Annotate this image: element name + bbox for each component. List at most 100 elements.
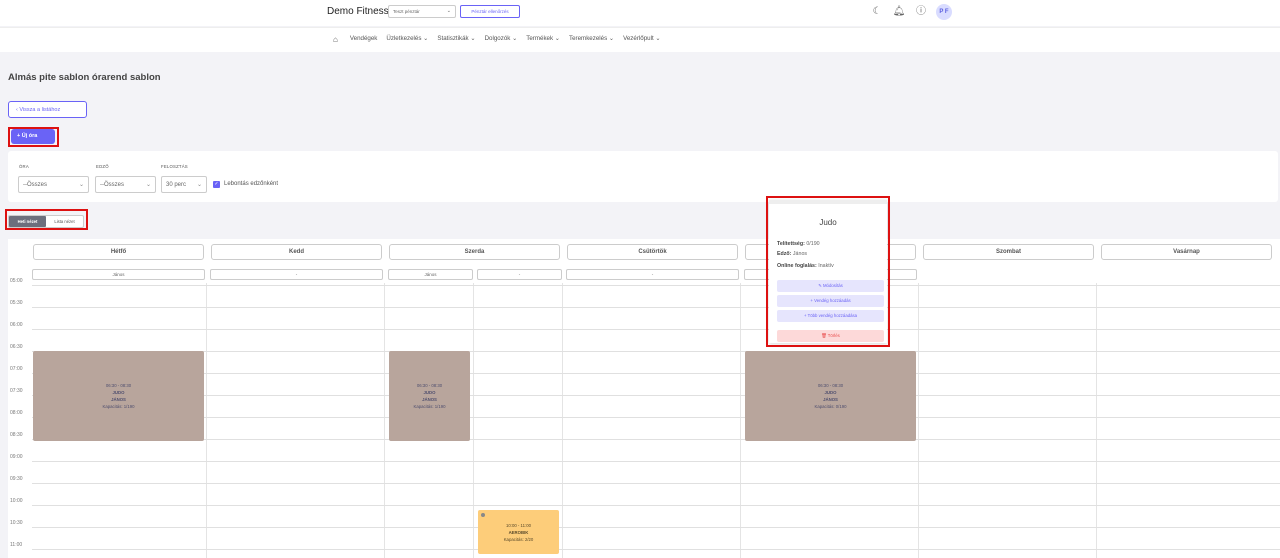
avatar[interactable]: P F	[936, 4, 952, 20]
time-label: 06:00	[10, 322, 23, 328]
nav-item-dashboard[interactable]: Vezérlőpult ⌄	[623, 35, 661, 44]
event-coach: JÁNOS	[823, 397, 838, 402]
class-filter-select[interactable]: --Összes ⌄	[18, 176, 89, 193]
time-row-line	[32, 483, 1280, 484]
split-filter-select[interactable]: 30 perc ⌄	[161, 176, 207, 193]
nav-item-business[interactable]: Üzletkezelés ⌄	[386, 35, 428, 44]
column-divider	[1096, 283, 1097, 558]
highlight-box	[8, 127, 59, 147]
time-label: 05:00	[10, 278, 23, 284]
highlight-box	[5, 209, 88, 230]
event-coach: JÁNOS	[111, 397, 126, 402]
class-event-card[interactable]: 06:30 - 08:30 JUDO JÁNOS Kapacitás: 0/19…	[745, 351, 916, 441]
time-row-line	[32, 351, 1280, 352]
time-row-line	[32, 417, 1280, 418]
event-coach: JÁNOS	[422, 397, 437, 402]
coach-filter-value: --Összes	[100, 182, 124, 188]
class-filter-value: --Összes	[23, 182, 47, 188]
day-header-monday: Hétfő	[33, 244, 204, 260]
back-to-list-button[interactable]: ‹ Vissza a listához	[8, 101, 87, 118]
column-divider	[562, 283, 563, 558]
bell-icon[interactable]: 🔔︎	[892, 5, 906, 19]
page-title: Almás pite sablon órarend sablon	[8, 72, 161, 83]
cash-check-button[interactable]: Pénztár ellenőrzés	[460, 5, 520, 18]
nav-item-guests[interactable]: Vendégek	[350, 35, 378, 44]
highlight-box	[766, 196, 890, 347]
nav-item-statistics[interactable]: Statisztikák ⌄	[437, 35, 475, 44]
time-label: 11:00	[10, 542, 23, 548]
coach-filter-select[interactable]: --Összes ⌄	[95, 176, 156, 193]
time-label: 08:00	[10, 410, 23, 416]
time-row-line	[32, 395, 1280, 396]
help-icon[interactable]: ⓘ	[914, 5, 928, 19]
time-row-line	[32, 329, 1280, 330]
top-bar: Demo Fitness Teszt pénztár ⌄ Pénztár ell…	[0, 0, 1280, 26]
time-label: 10:30	[10, 520, 23, 526]
time-label: 05:30	[10, 300, 23, 306]
day-header-wednesday: Szerda	[389, 244, 560, 260]
coach-column-header: János	[32, 269, 205, 280]
event-capacity: Kapacitás: 1/190	[102, 404, 135, 409]
coach-column-header: János	[388, 269, 473, 280]
time-row-line	[32, 307, 1280, 308]
main-nav: ⌂ Vendégek Üzletkezelés ⌄ Statisztikák ⌄…	[0, 27, 1280, 52]
coach-column-header: -	[210, 269, 383, 280]
split-filter-label: FELOSZTÁS	[161, 164, 188, 169]
chevron-down-icon: ⌄	[145, 182, 151, 188]
class-event-card[interactable]: 10:00 - 11:00 AEROBIK Kapacitás: 2/20	[478, 510, 559, 554]
coach-column-header: -	[477, 269, 562, 280]
time-label: 08:30	[10, 432, 23, 438]
time-label: 10:00	[10, 498, 23, 504]
time-label: 07:00	[10, 366, 23, 372]
event-name: JUDO	[824, 390, 837, 395]
nav-item-employees[interactable]: Dolgozók ⌄	[485, 35, 518, 44]
time-label: 09:00	[10, 454, 23, 460]
cash-register-select[interactable]: Teszt pénztár ⌄	[388, 5, 456, 18]
event-capacity: Kapacitás: 1/190	[413, 404, 446, 409]
per-coach-label: Lebontás edzőnként	[224, 181, 279, 187]
day-header-thursday: Csütörtök	[567, 244, 738, 260]
event-time: 10:00 - 11:00	[505, 522, 531, 528]
status-dot-icon	[481, 513, 485, 517]
time-row-line	[32, 439, 1280, 440]
time-row-line	[32, 549, 1280, 550]
weekly-schedule: Hétfő Kedd Szerda Csütörtök Péntek Szomb…	[8, 239, 1280, 558]
column-divider	[473, 283, 474, 558]
time-row-line	[32, 373, 1280, 374]
time-row-line	[32, 461, 1280, 462]
chevron-down-icon: ⌄	[78, 182, 84, 188]
time-label: 09:30	[10, 476, 23, 482]
coach-column-header: -	[566, 269, 739, 280]
time-label: 06:30	[10, 344, 23, 350]
cash-register-value: Teszt pénztár	[393, 9, 420, 14]
day-header-tuesday: Kedd	[211, 244, 382, 260]
chevron-down-icon: ⌄	[196, 182, 202, 188]
class-event-card[interactable]: 06:30 - 08:30 JUDO JÁNOS Kapacitás: 1/19…	[389, 351, 470, 441]
nav-item-rooms[interactable]: Teremkezelés ⌄	[569, 35, 614, 44]
column-divider	[206, 283, 207, 558]
event-name: AEROBIK	[508, 529, 529, 535]
class-event-card[interactable]: 06:30 - 08:30 JUDO JÁNOS Kapacitás: 1/19…	[33, 351, 204, 441]
time-row-line	[32, 285, 1280, 286]
nav-item-products[interactable]: Termékek ⌄	[526, 35, 560, 44]
event-capacity: Kapacitás: 2/20	[503, 536, 534, 542]
time-label: 07:30	[10, 388, 23, 394]
column-divider	[384, 283, 385, 558]
column-divider	[918, 283, 919, 558]
header-actions: ☾ 🔔︎ ⓘ P F	[870, 4, 952, 20]
filter-panel: ÓRA --Összes ⌄ EDZŐ --Összes ⌄ FELOSZTÁS…	[8, 151, 1278, 202]
event-capacity: Kapacitás: 0/190	[814, 404, 847, 409]
brand-name: Demo Fitness	[327, 6, 389, 17]
day-header-sunday: Vasárnap	[1101, 244, 1272, 260]
event-name: JUDO	[112, 390, 125, 395]
event-time: 06:30 - 08:30	[817, 383, 844, 388]
class-filter-label: ÓRA	[19, 164, 29, 169]
per-coach-checkbox[interactable]: ✓	[213, 181, 220, 188]
column-divider	[740, 283, 741, 558]
time-row-line	[32, 527, 1280, 528]
home-icon[interactable]: ⌂	[333, 35, 338, 44]
moon-icon[interactable]: ☾	[870, 5, 884, 19]
chevron-down-icon: ⌄	[446, 8, 451, 14]
coach-filter-label: EDZŐ	[96, 164, 109, 169]
event-time: 06:30 - 08:30	[105, 383, 132, 388]
